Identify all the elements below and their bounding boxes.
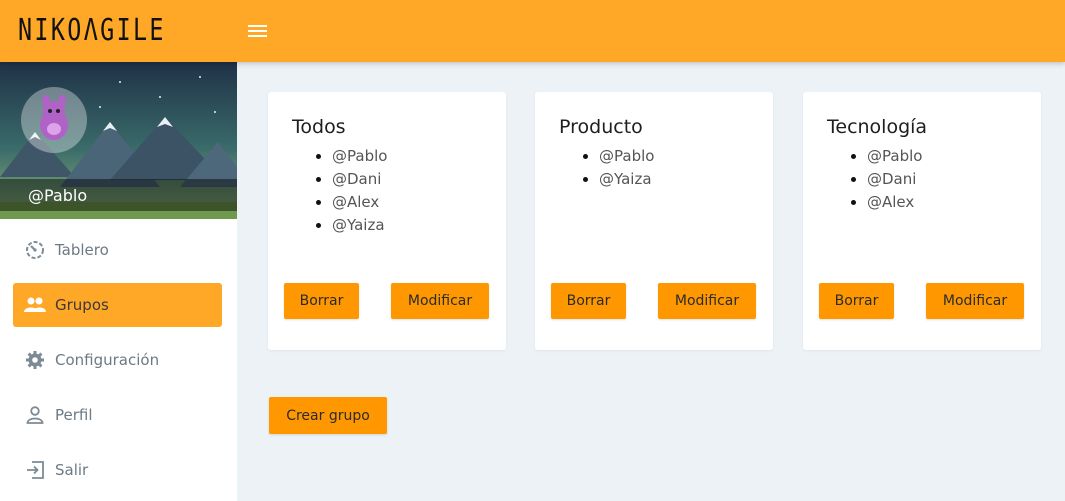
sidebar-item-salir[interactable]: Salir bbox=[13, 448, 222, 492]
gear-icon bbox=[23, 348, 47, 372]
group-card: Producto @Pablo @Yaiza Borrar Modificar bbox=[535, 92, 773, 350]
profile-header: @Pablo bbox=[0, 62, 237, 219]
sidebar-item-tablero[interactable]: Tablero bbox=[13, 228, 222, 272]
pokemon-avatar-icon bbox=[40, 95, 68, 140]
people-icon bbox=[23, 293, 47, 317]
create-group-button[interactable]: Crear grupo bbox=[269, 397, 387, 434]
sidebar-item-label: Grupos bbox=[55, 296, 109, 314]
sidebar-item-label: Tablero bbox=[55, 241, 109, 259]
dashboard-icon bbox=[23, 238, 47, 262]
list-item: @Alex bbox=[332, 191, 387, 214]
group-title: Todos bbox=[292, 116, 346, 138]
member-list: @Pablo @Dani @Alex @Yaiza bbox=[332, 145, 387, 237]
list-item: @Yaiza bbox=[599, 168, 654, 191]
list-item: @Pablo bbox=[599, 145, 654, 168]
edit-button[interactable]: Modificar bbox=[926, 283, 1024, 319]
delete-button[interactable]: Borrar bbox=[819, 283, 894, 319]
list-item: @Alex bbox=[867, 191, 922, 214]
logout-icon bbox=[23, 458, 47, 482]
sidebar: @Pablo Tablero Grupos Configuración Perf… bbox=[0, 62, 237, 501]
group-card: Tecnología @Pablo @Dani @Alex Borrar Mod… bbox=[803, 92, 1041, 350]
sidebar-item-label: Configuración bbox=[55, 351, 160, 369]
sidebar-item-configuracion[interactable]: Configuración bbox=[13, 338, 222, 382]
list-item: @Pablo bbox=[867, 145, 922, 168]
sidebar-item-perfil[interactable]: Perfil bbox=[13, 393, 222, 437]
person-icon bbox=[23, 403, 47, 427]
member-list: @Pablo @Dani @Alex bbox=[867, 145, 922, 214]
list-item: @Pablo bbox=[332, 145, 387, 168]
edit-button[interactable]: Modificar bbox=[658, 283, 756, 319]
list-item: @Yaiza bbox=[332, 214, 387, 237]
member-list: @Pablo @Yaiza bbox=[599, 145, 654, 191]
sidebar-item-grupos[interactable]: Grupos bbox=[13, 283, 222, 327]
list-item: @Dani bbox=[867, 168, 922, 191]
hamburger-icon[interactable] bbox=[246, 21, 270, 41]
sidebar-item-label: Salir bbox=[55, 461, 89, 479]
edit-button[interactable]: Modificar bbox=[391, 283, 489, 319]
list-item: @Dani bbox=[332, 168, 387, 191]
delete-button[interactable]: Borrar bbox=[551, 283, 626, 319]
app-logo[interactable]: NIKOΛGILE bbox=[18, 13, 166, 48]
group-title: Producto bbox=[559, 116, 643, 138]
avatar[interactable] bbox=[21, 87, 87, 153]
sidebar-item-label: Perfil bbox=[55, 406, 93, 424]
username: @Pablo bbox=[28, 186, 88, 205]
group-title: Tecnología bbox=[827, 116, 928, 138]
top-bar: NIKOΛGILE bbox=[0, 0, 1065, 62]
group-card: Todos @Pablo @Dani @Alex @Yaiza Borrar M… bbox=[268, 92, 506, 350]
delete-button[interactable]: Borrar bbox=[284, 283, 359, 319]
